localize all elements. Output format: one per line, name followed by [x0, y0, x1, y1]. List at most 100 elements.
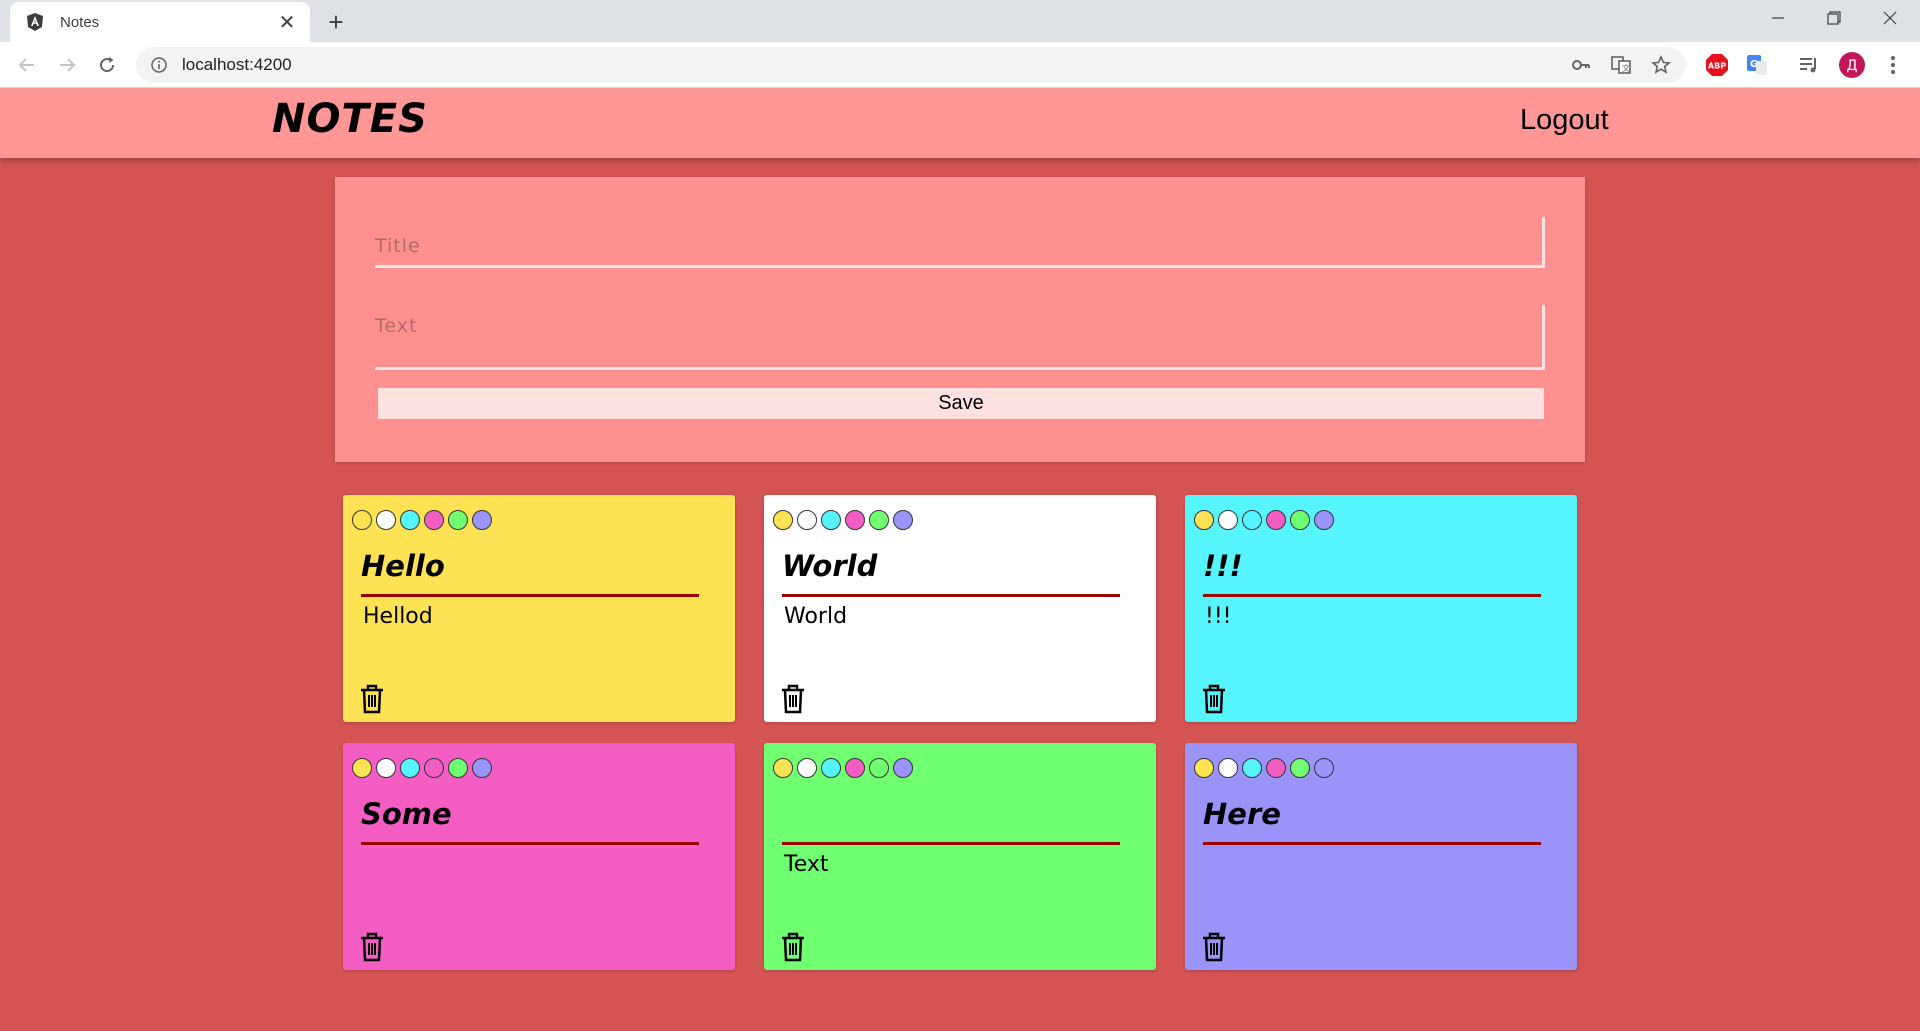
note-divider: [361, 594, 699, 597]
color-dot[interactable]: [869, 758, 889, 778]
color-dot[interactable]: [1314, 510, 1334, 530]
color-picker: [773, 758, 913, 778]
note-text: Text: [784, 852, 829, 877]
color-dot[interactable]: [376, 758, 396, 778]
note-title: Some: [361, 797, 452, 831]
trash-icon[interactable]: [359, 684, 385, 714]
color-picker: [773, 510, 913, 530]
app-logo: NOTES: [272, 96, 428, 142]
browser-tab[interactable]: Notes ✕: [10, 2, 310, 42]
note-divider: [782, 842, 1120, 845]
color-dot[interactable]: [424, 758, 444, 778]
color-dot[interactable]: [773, 510, 793, 530]
note-divider: [1203, 594, 1541, 597]
color-dot[interactable]: [424, 510, 444, 530]
note-text: !!!: [1205, 604, 1232, 629]
color-dot[interactable]: [893, 510, 913, 530]
note-card: Some: [343, 743, 735, 970]
note-text: World: [784, 604, 848, 629]
color-dot[interactable]: [400, 758, 420, 778]
note-title: Here: [1203, 797, 1281, 831]
color-dot[interactable]: [352, 758, 372, 778]
window-close-icon[interactable]: [1862, 0, 1918, 36]
media-queue-icon[interactable]: [1796, 52, 1822, 78]
address-bar[interactable]: localhost:4200 文: [136, 47, 1686, 83]
trash-icon[interactable]: [780, 932, 806, 962]
note-divider: [782, 594, 1120, 597]
text-input[interactable]: [375, 305, 1542, 367]
color-dot[interactable]: [1218, 758, 1238, 778]
note-card: Hello Hellod: [343, 495, 735, 722]
browser-tabstrip: Notes ✕ +: [0, 0, 1920, 42]
title-input[interactable]: [375, 217, 1542, 265]
color-dot[interactable]: [448, 510, 468, 530]
color-dot[interactable]: [448, 758, 468, 778]
note-text: Hellod: [363, 604, 433, 629]
color-dot[interactable]: [1314, 758, 1334, 778]
adblock-icon[interactable]: ABP: [1704, 52, 1730, 78]
color-dot[interactable]: [1242, 758, 1262, 778]
google-translate-icon[interactable]: G: [1744, 52, 1770, 78]
key-icon[interactable]: [1570, 54, 1592, 76]
color-dot[interactable]: [869, 510, 889, 530]
note-divider: [361, 842, 699, 845]
color-dot[interactable]: [773, 758, 793, 778]
color-dot[interactable]: [845, 758, 865, 778]
app-main: Save Hello Hellod World World !!! !!! So…: [0, 158, 1920, 1031]
color-picker: [1194, 510, 1334, 530]
note-card: World World: [764, 495, 1156, 722]
minimize-icon[interactable]: [1750, 0, 1806, 36]
app-header: NOTES Logout: [0, 88, 1920, 158]
trash-icon[interactable]: [780, 684, 806, 714]
forward-icon[interactable]: [52, 50, 82, 80]
color-dot[interactable]: [376, 510, 396, 530]
note-title: World: [782, 549, 878, 583]
note-divider: [1203, 842, 1541, 845]
color-dot[interactable]: [821, 758, 841, 778]
color-dot[interactable]: [1194, 758, 1214, 778]
color-dot[interactable]: [472, 758, 492, 778]
color-dot[interactable]: [1242, 510, 1262, 530]
logout-link[interactable]: Logout: [1520, 104, 1609, 137]
svg-text:文: 文: [1622, 63, 1630, 73]
color-dot[interactable]: [400, 510, 420, 530]
color-dot[interactable]: [1290, 758, 1310, 778]
color-dot[interactable]: [1218, 510, 1238, 530]
trash-icon[interactable]: [1201, 932, 1227, 962]
back-icon[interactable]: [12, 50, 42, 80]
note-card: !!! !!!: [1185, 495, 1577, 722]
star-icon[interactable]: [1650, 54, 1672, 76]
color-dot[interactable]: [1194, 510, 1214, 530]
color-dot[interactable]: [472, 510, 492, 530]
save-button[interactable]: Save: [378, 388, 1544, 419]
color-dot[interactable]: [797, 510, 817, 530]
color-dot[interactable]: [1266, 510, 1286, 530]
note-title: Hello: [361, 549, 445, 583]
browser-toolbar: localhost:4200 文 ABP G Д: [0, 42, 1920, 88]
trash-icon[interactable]: [1201, 684, 1227, 714]
color-picker: [352, 758, 492, 778]
profile-avatar[interactable]: Д: [1839, 52, 1865, 78]
translate-icon[interactable]: 文: [1610, 54, 1632, 76]
new-tab-icon[interactable]: +: [322, 7, 350, 37]
note-card: Text: [764, 743, 1156, 970]
reload-icon[interactable]: [92, 50, 122, 80]
menu-icon[interactable]: [1880, 52, 1906, 78]
color-dot[interactable]: [1266, 758, 1286, 778]
angular-icon: [25, 12, 45, 32]
svg-text:ABP: ABP: [1708, 62, 1726, 71]
color-dot[interactable]: [821, 510, 841, 530]
color-dot[interactable]: [845, 510, 865, 530]
restore-icon[interactable]: [1806, 0, 1862, 36]
url-text: localhost:4200: [182, 55, 292, 74]
color-picker: [352, 510, 492, 530]
color-dot[interactable]: [352, 510, 372, 530]
info-icon[interactable]: [150, 56, 168, 74]
close-icon[interactable]: ✕: [276, 11, 298, 34]
new-note-form: Save: [335, 177, 1585, 462]
color-dot[interactable]: [1290, 510, 1310, 530]
trash-icon[interactable]: [359, 932, 385, 962]
title-field-wrapper: [375, 217, 1545, 268]
color-dot[interactable]: [797, 758, 817, 778]
color-dot[interactable]: [893, 758, 913, 778]
